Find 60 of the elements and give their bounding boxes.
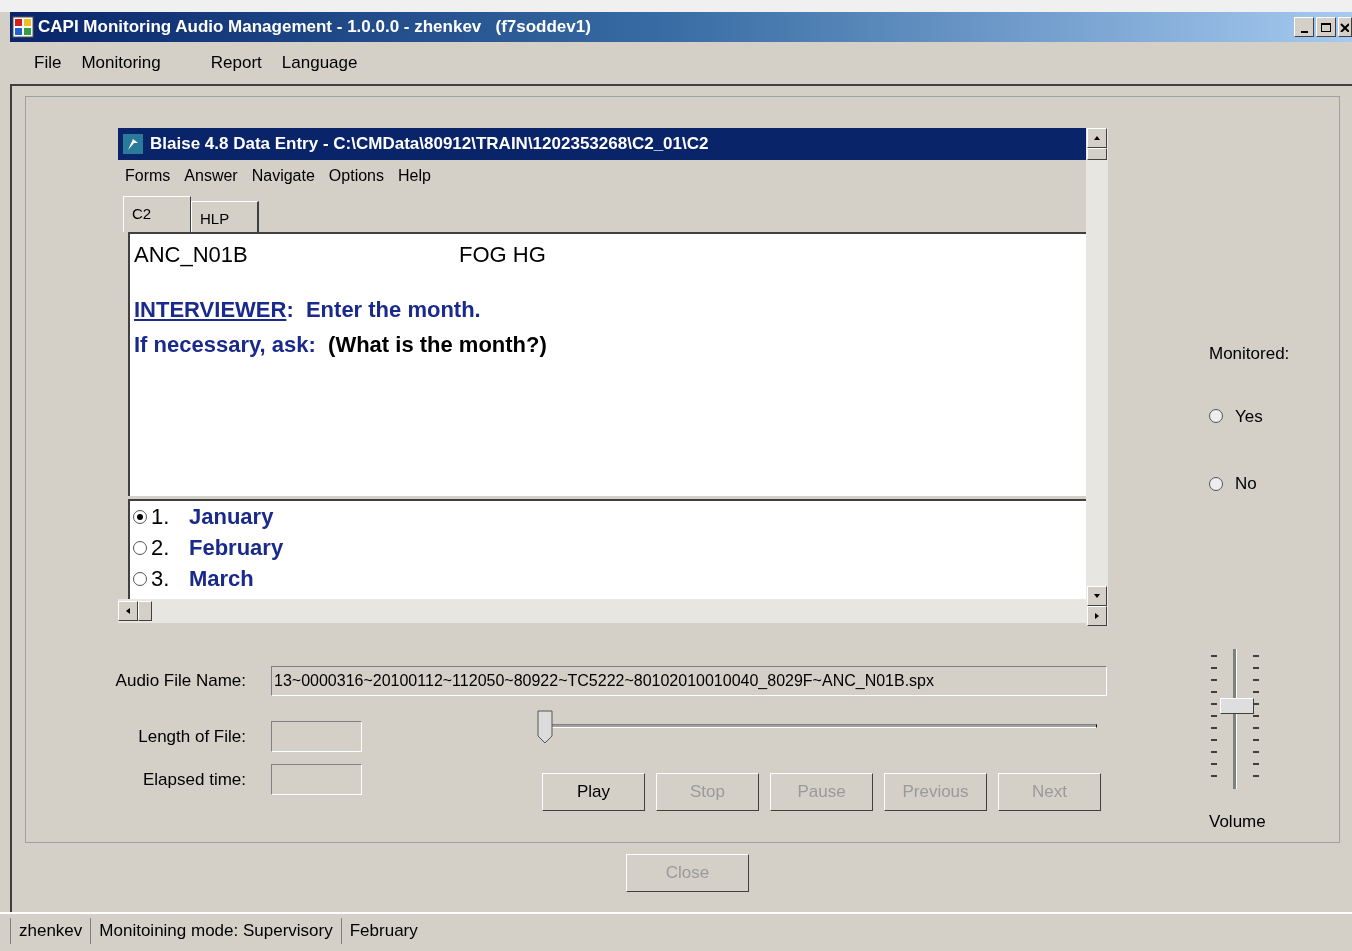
scroll-down-icon[interactable] [1087,586,1107,606]
player-button[interactable]: Play [542,773,645,811]
interviewer-link[interactable]: INTERVIEWER [134,297,287,322]
app-icon [12,16,34,38]
field-name: ANC_N01B [134,241,249,269]
field-label: Length of File: [137,725,246,748]
tab[interactable]: HLP [191,201,259,232]
menu-item[interactable]: Options [328,164,384,188]
field-label: Elapsed time: [142,768,246,791]
menu-item[interactable]: Help [398,164,431,188]
minimize-icon[interactable] [1294,17,1314,37]
blaise-window-title: Blaise 4.8 Data Entry - C:\CMData\80912\TRAIN\1202353268\C2_01\C2 [150,133,709,156]
vertical-scrollbar[interactable] [1086,128,1108,626]
maximize-icon[interactable] [1316,17,1336,37]
field-label: Audio File Name: [114,670,246,693]
menu-item[interactable]: Answer [184,164,238,188]
position-slider[interactable] [537,710,1097,746]
answer-radio[interactable] [133,509,147,524]
menu-item[interactable]: Forms [125,164,171,188]
length-field[interactable] [271,721,362,752]
field-tag: FOG HG [459,238,546,271]
close-icon[interactable] [1338,17,1352,37]
menu-item[interactable]: Report [200,50,272,76]
menu-item[interactable]: Navigate [251,164,315,188]
app-icon [122,133,144,155]
menu-item[interactable]: File [24,50,72,76]
monitored-label: Monitored: [1209,343,1290,365]
elapsed-field[interactable] [271,764,362,795]
answer-radio[interactable] [133,540,147,555]
slider-thumb[interactable] [537,710,553,744]
radio-label[interactable]: Yes [1235,403,1263,429]
scroll-thumb[interactable] [138,601,152,621]
question-text: If necessary, ask: (What is the month?) [134,331,548,359]
answer-label[interactable]: March [189,562,254,595]
volume-label: Volume [1209,810,1267,833]
answer-label[interactable]: January [189,501,274,533]
window-title: CAPI Monitoring Audio Management - 1.0.0.0 - zhenkev (f7soddev1) [38,16,591,39]
scroll-left-icon[interactable] [118,601,138,621]
tab[interactable]: C2 [123,196,191,232]
status-item: zhenkev [10,918,91,944]
scroll-up-icon[interactable] [1087,128,1107,148]
radio-label[interactable]: No [1235,471,1257,497]
volume-slider[interactable] [1209,648,1261,789]
answer-number: 3. [151,565,171,593]
horizontal-scrollbar[interactable] [118,599,1086,623]
status-item: February [340,918,426,944]
monitored-radio[interactable] [1209,409,1223,424]
monitored-radio[interactable] [1209,476,1223,491]
status-item: Monitoining mode: Supervisory [90,918,341,944]
instruction-text: INTERVIEWER: Enter the month. [134,296,482,324]
file-name-field[interactable]: 13~0000316~20100112~112050~80922~TC5222~80102010010040_8029F~ANC_N01B.spx [271,666,1107,696]
answer-label[interactable]: February [189,531,284,564]
scroll-thumb[interactable] [1087,148,1107,160]
menu-item[interactable]: Language [271,50,368,76]
volume-thumb[interactable] [1220,698,1254,715]
scroll-right-icon[interactable] [1087,606,1107,626]
answer-radio[interactable] [133,571,147,586]
answer-number: 2. [151,534,171,562]
menu-item[interactable]: Monitoring [71,50,171,76]
answer-number: 1. [151,503,171,531]
